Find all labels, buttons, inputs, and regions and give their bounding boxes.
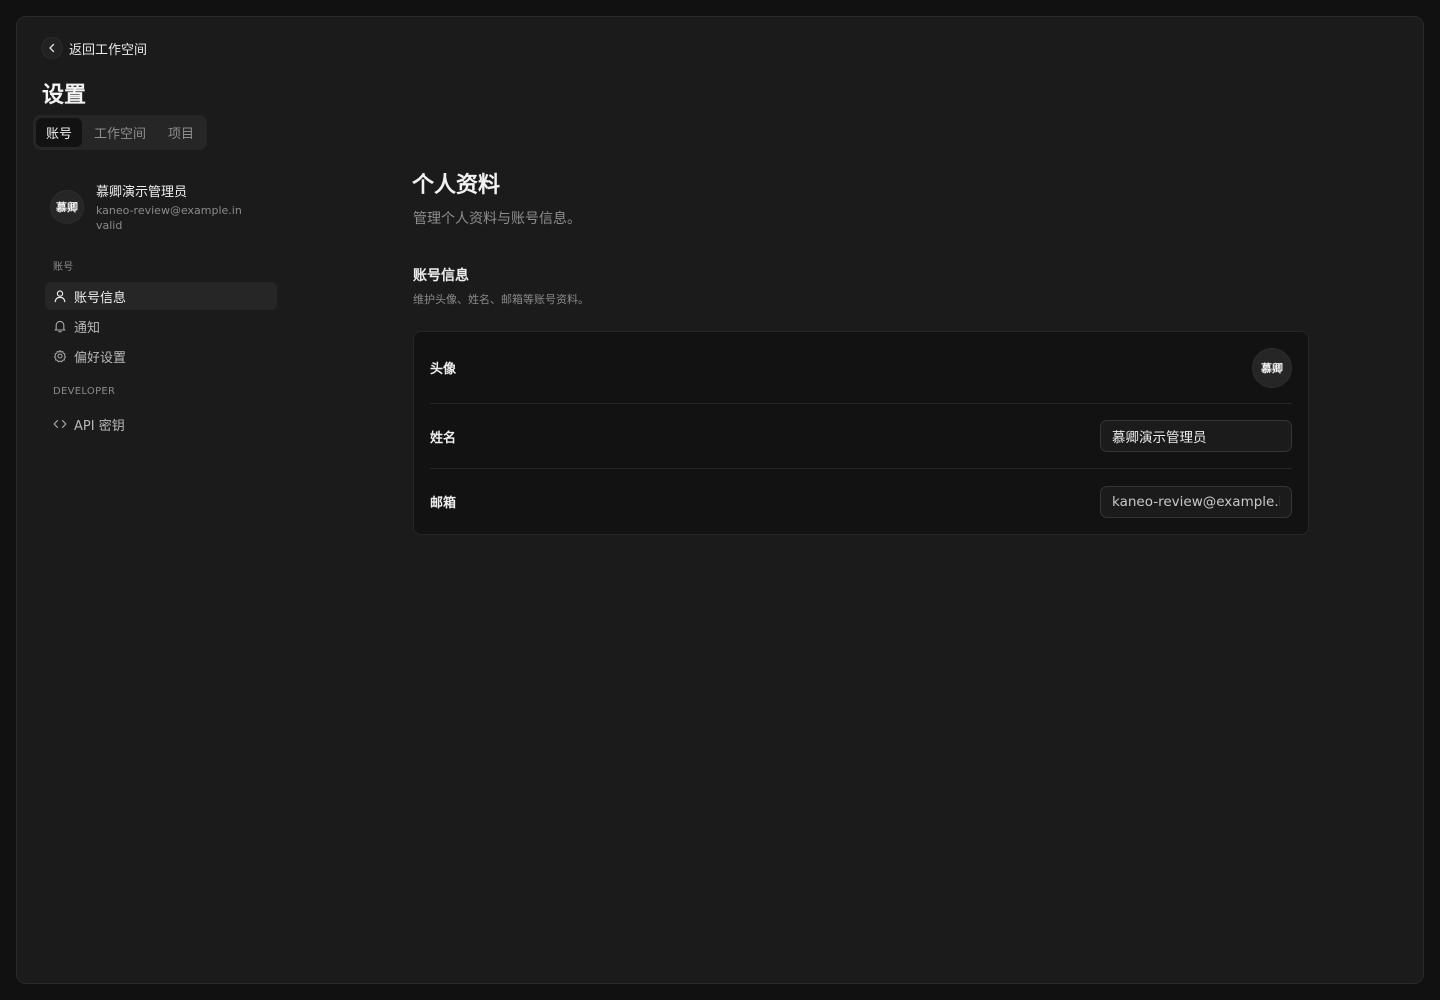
user-name: 慕卿演示管理员 [96,185,188,200]
user-card: 慕卿 慕卿演示管理员 kaneo-review@example.invalid [50,184,246,233]
content-subtitle: 管理个人资料与账号信息。 [413,211,581,227]
chevron-left-icon [41,37,63,59]
name-row: 姓名 [430,404,1292,469]
avatar: 慕卿 [50,190,84,224]
tab-workspace[interactable]: 工作空间 [84,118,156,147]
account-info-panel: 头像 慕卿 姓名 邮箱 [413,331,1309,535]
code-icon [53,419,67,429]
gear-icon [54,350,66,363]
sidebar-item-preferences[interactable]: 偏好设置 [45,342,277,370]
avatar-upload[interactable]: 慕卿 [1252,347,1292,388]
avatar-row: 头像 慕卿 [430,332,1292,404]
sidebar-item-api-keys[interactable]: API 密钥 [45,410,277,438]
sidebar-item-notifications[interactable]: 通知 [45,312,277,340]
sidebar-item-label: API 密钥 [74,418,125,434]
avatar-label: 头像 [430,362,457,377]
bell-icon [54,320,66,333]
page-title: 设置 [42,83,87,108]
user-icon [54,290,66,303]
email-row: 邮箱 [430,469,1292,534]
name-input[interactable] [1100,420,1292,452]
sidebar-section-developer: DEVELOPER [53,386,116,397]
email-label: 邮箱 [430,496,457,511]
name-label: 姓名 [430,430,457,446]
section-title: 账号信息 [413,268,469,284]
settings-tabs: 账号 工作空间 项目 [33,115,208,150]
settings-window: 返回工作空间 设置 账号 工作空间 项目 慕卿 慕卿演示管理员 kaneo-re… [16,16,1424,984]
tab-project[interactable]: 项目 [158,118,204,147]
tab-account[interactable]: 账号 [36,118,83,147]
sidebar-item-account-info[interactable]: 账号信息 [45,282,277,310]
sidebar-section-account: 账号 [53,262,74,273]
section-description: 维护头像、姓名、邮箱等账号资料。 [413,293,589,306]
content-title: 个人资料 [412,173,501,198]
back-to-workspace-link[interactable]: 返回工作空间 [41,37,147,59]
sidebar-item-label: 偏好设置 [74,350,127,366]
email-input[interactable] [1100,485,1292,518]
sidebar-item-label: 账号信息 [74,290,127,306]
sidebar-item-label: 通知 [74,320,101,336]
back-link-label: 返回工作空间 [69,42,148,58]
user-email: kaneo-review@example.invalid [96,204,242,232]
